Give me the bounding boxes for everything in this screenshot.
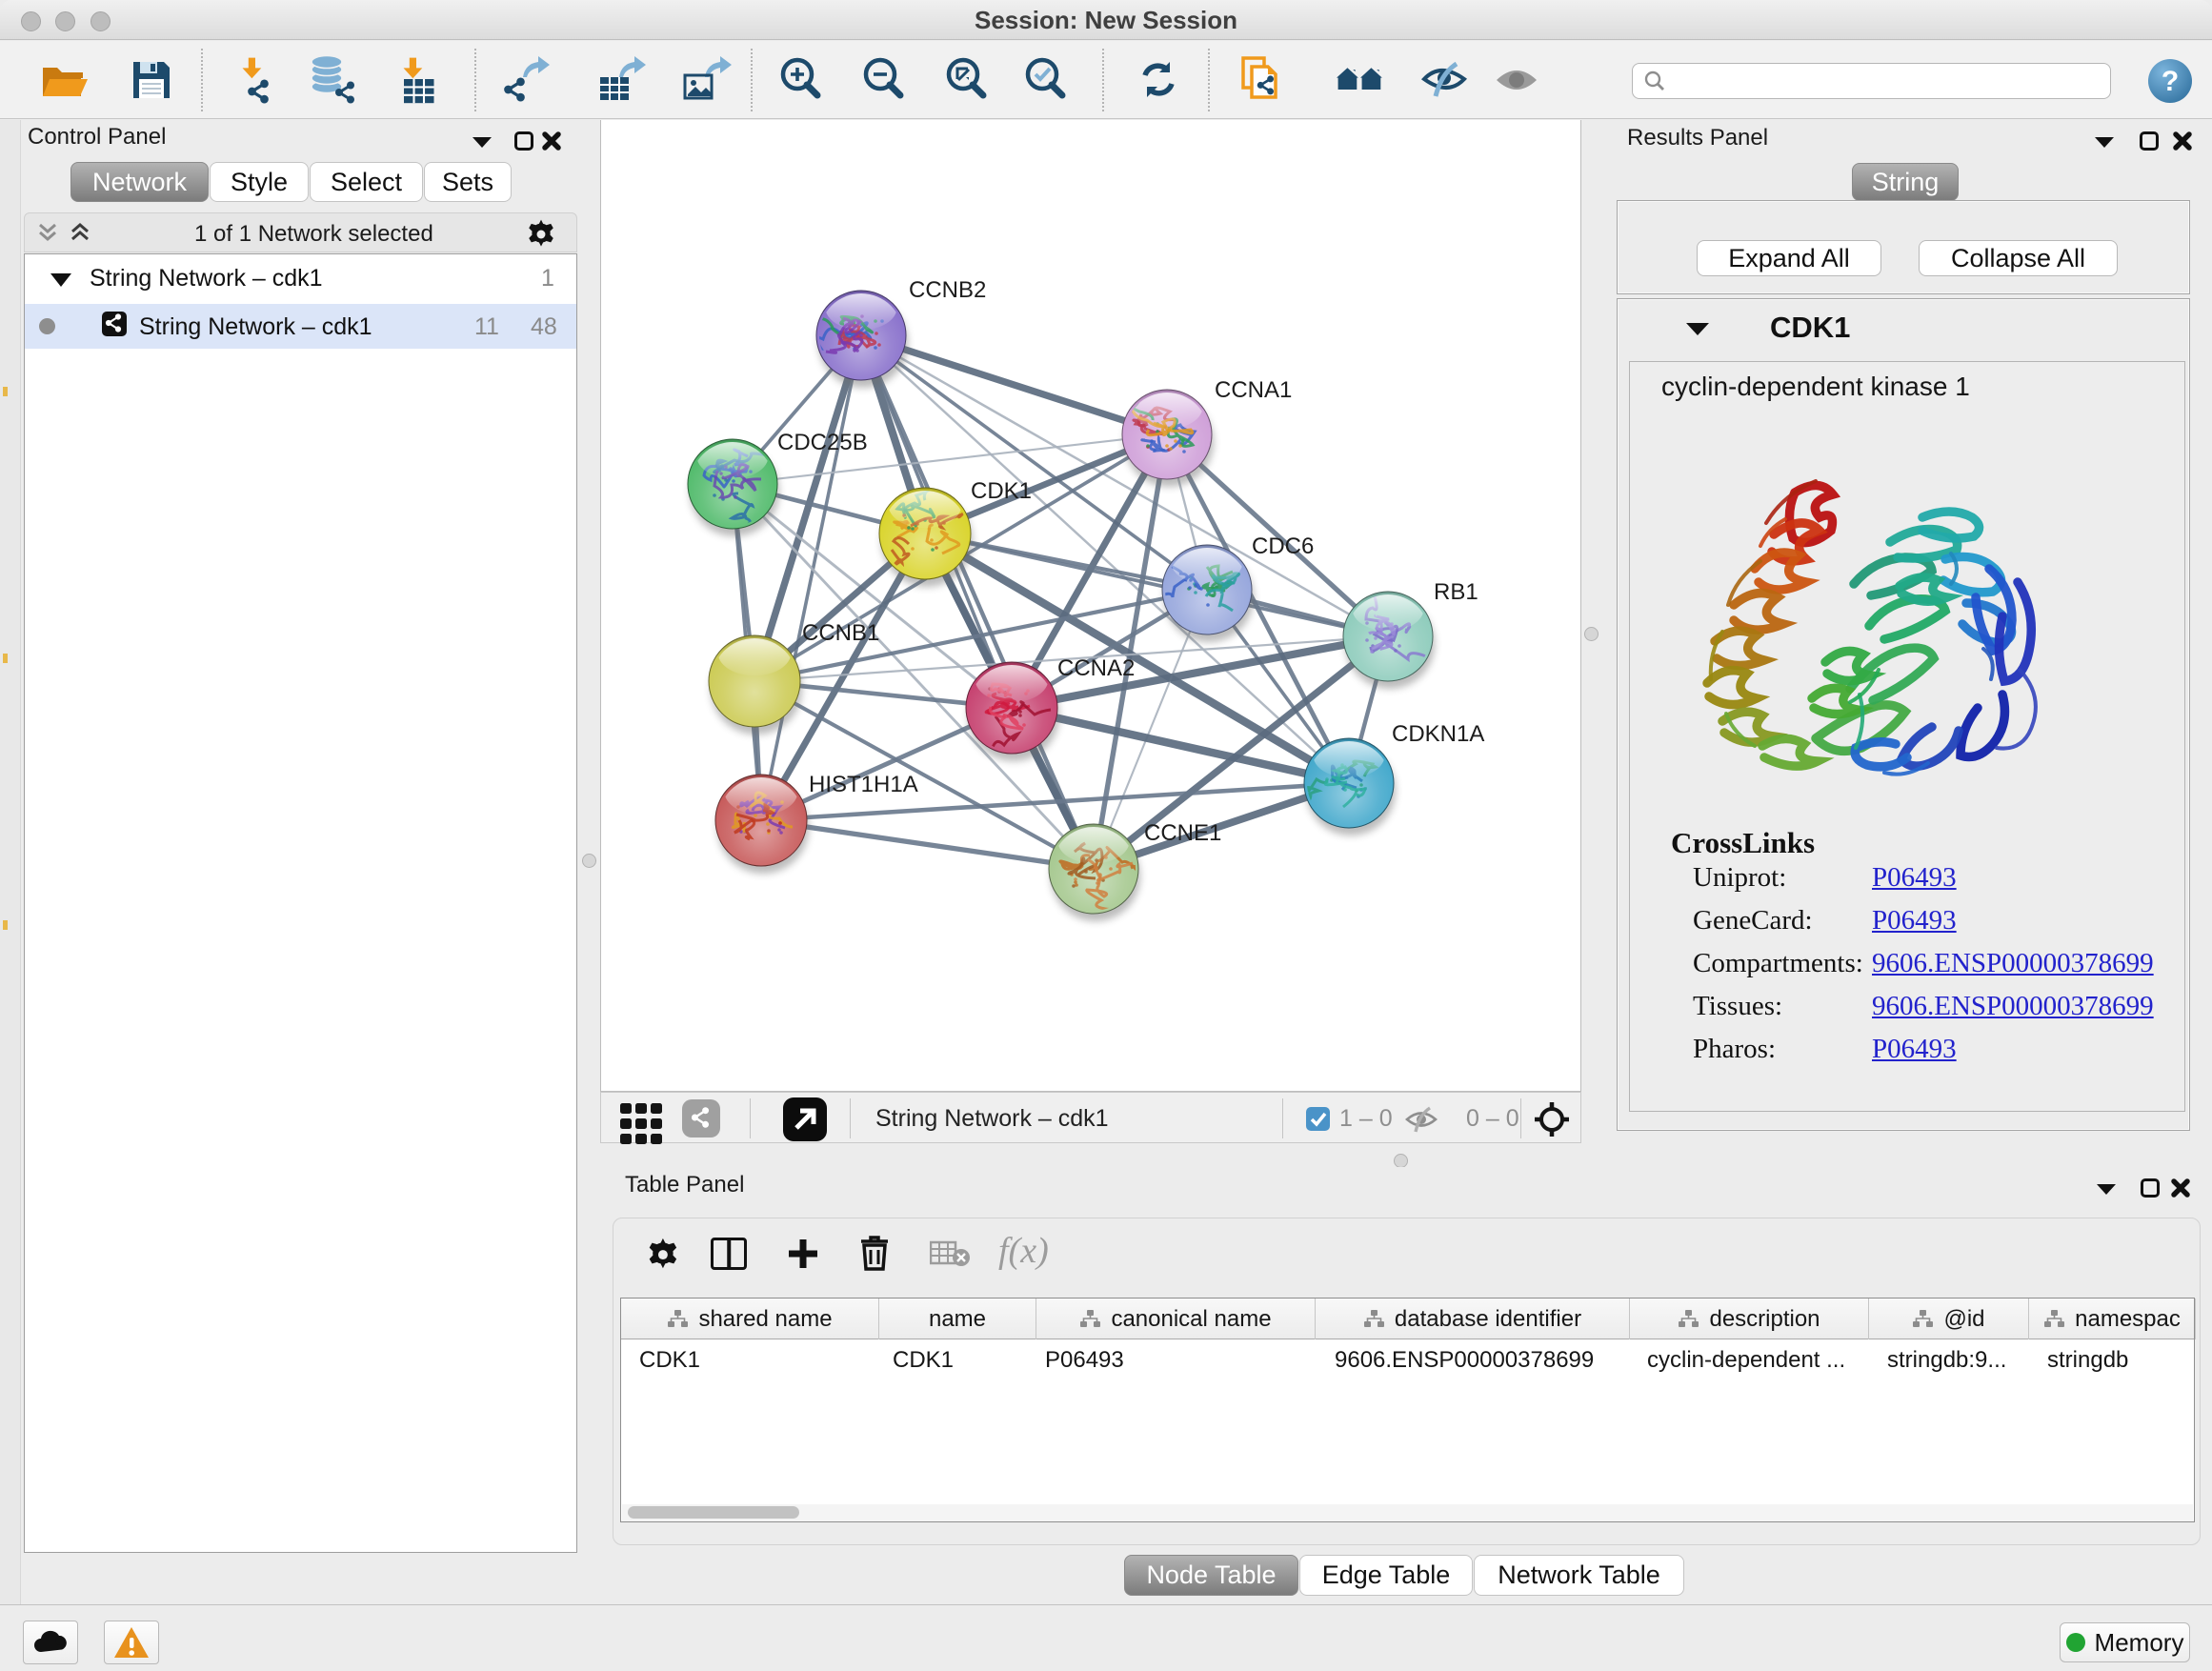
svg-text:RB1: RB1 — [1434, 579, 1478, 605]
svg-text:CDKN1A: CDKN1A — [1392, 721, 1484, 747]
svg-text:?: ? — [2162, 66, 2179, 97]
svg-text:CDK1: CDK1 — [971, 478, 1032, 504]
svg-text:CDC25B: CDC25B — [777, 430, 868, 455]
svg-text:CCNB1: CCNB1 — [802, 620, 879, 646]
svg-text:CCNE1: CCNE1 — [1144, 820, 1221, 846]
svg-text:CCNB2: CCNB2 — [909, 277, 986, 303]
svg-text:CCNA2: CCNA2 — [1057, 655, 1135, 681]
svg-text:CCNA1: CCNA1 — [1215, 377, 1292, 403]
svg-text:HIST1H1A: HIST1H1A — [809, 772, 918, 797]
svg-text:CDC6: CDC6 — [1252, 534, 1314, 559]
